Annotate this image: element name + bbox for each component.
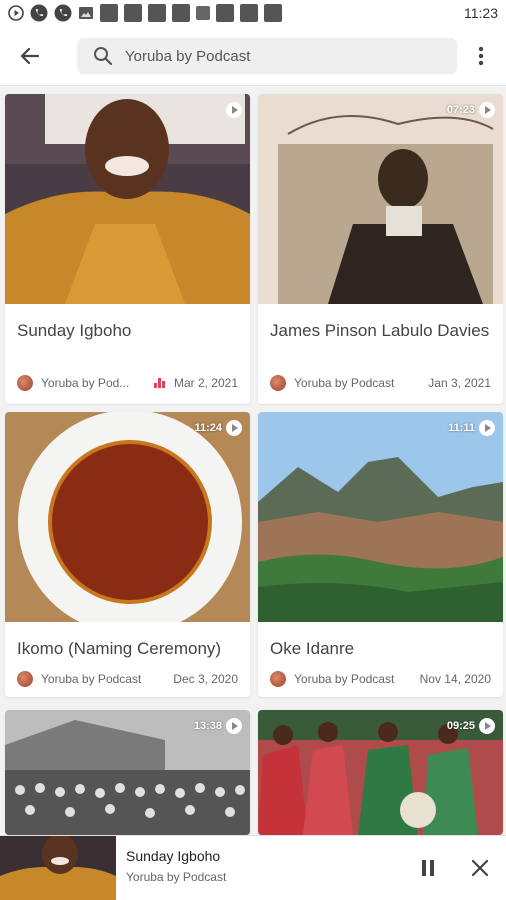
author-name: Yoruba by Pod... bbox=[41, 376, 130, 390]
episode-card[interactable]: 07:23 James Pinson Labulo Davies Yoruba … bbox=[258, 94, 503, 404]
podcast-avatar bbox=[270, 375, 286, 391]
more-options-button[interactable] bbox=[466, 41, 496, 71]
podcast-avatar bbox=[17, 671, 33, 687]
episode-meta: Yoruba by Pod... Mar 2, 2021 bbox=[5, 366, 250, 400]
episode-title: James Pinson Labulo Davies bbox=[270, 321, 490, 340]
search-icon bbox=[94, 47, 113, 66]
close-icon bbox=[471, 859, 489, 877]
episode-title: Oke Idanre bbox=[270, 639, 355, 658]
mini-player[interactable]: Sunday Igboho Yoruba by Podcast bbox=[0, 835, 506, 900]
pause-button[interactable] bbox=[416, 856, 440, 880]
close-button[interactable] bbox=[468, 856, 492, 880]
play-icon bbox=[479, 102, 495, 118]
mini-player-thumbnail bbox=[0, 836, 116, 900]
episode-thumbnail: 11:11 bbox=[258, 412, 503, 622]
status-bar: 11:23 bbox=[0, 0, 506, 26]
duration-badge: 13:38 bbox=[194, 718, 242, 734]
episode-meta: Yoruba by Podcast Jan 3, 2021 bbox=[258, 366, 503, 400]
episode-title: Sunday Igboho bbox=[17, 321, 132, 340]
author-name: Yoruba by Podcast bbox=[294, 376, 395, 390]
a-icon bbox=[196, 6, 210, 20]
back-button[interactable] bbox=[0, 26, 60, 86]
pause-icon bbox=[422, 860, 426, 876]
notification-icon bbox=[124, 4, 142, 22]
notification-icon bbox=[172, 4, 190, 22]
image-icon bbox=[79, 7, 93, 19]
search-input[interactable]: Yoruba by Podcast bbox=[77, 38, 457, 74]
play-icon bbox=[8, 5, 24, 21]
episode-card[interactable]: 09:25 bbox=[258, 710, 503, 835]
episode-date: Nov 14, 2020 bbox=[419, 672, 491, 686]
duration-badge: 11:24 bbox=[194, 420, 242, 436]
author-name: Yoruba by Podcast bbox=[294, 672, 395, 686]
search-text: Yoruba by Podcast bbox=[125, 47, 251, 65]
back-arrow-icon bbox=[20, 47, 40, 64]
trending-chart-icon bbox=[153, 378, 166, 388]
notification-icon bbox=[216, 4, 234, 22]
play-icon bbox=[226, 718, 242, 734]
play-icon bbox=[479, 718, 495, 734]
duration-badge: 11:11 bbox=[448, 420, 495, 436]
podcast-avatar bbox=[17, 375, 33, 391]
duration-badge: 07:23 bbox=[447, 102, 495, 118]
notification-icon bbox=[264, 4, 282, 22]
episode-thumbnail bbox=[5, 94, 250, 304]
play-icon bbox=[479, 420, 495, 436]
episode-meta: Yoruba by Podcast Dec 3, 2020 bbox=[5, 662, 250, 696]
status-time: 11:23 bbox=[464, 5, 498, 21]
episode-card[interactable]: 13:38 bbox=[5, 710, 250, 835]
podcast-avatar bbox=[270, 671, 286, 687]
notification-icon bbox=[240, 4, 258, 22]
episode-thumbnail: 07:23 bbox=[258, 94, 503, 304]
episode-date: Mar 2, 2021 bbox=[173, 376, 238, 390]
play-icon bbox=[226, 102, 242, 118]
status-icons bbox=[8, 4, 282, 22]
episode-thumbnail: 11:24 bbox=[5, 412, 250, 622]
episode-date: Dec 3, 2020 bbox=[173, 672, 238, 686]
phone-icon bbox=[54, 4, 72, 22]
mini-player-title: Sunday Igboho bbox=[126, 848, 221, 864]
episode-thumbnail: 09:25 bbox=[258, 710, 503, 835]
more-vert-icon bbox=[478, 46, 484, 66]
duration-badge: 09:25 bbox=[447, 718, 495, 734]
duration-badge bbox=[222, 102, 242, 118]
episode-thumbnail: 13:38 bbox=[5, 710, 250, 835]
episode-card[interactable]: 11:24 Ikomo (Naming Ceremony) Yoruba by … bbox=[5, 412, 250, 697]
notification-icon bbox=[100, 4, 118, 22]
episode-card[interactable]: 11:11 Oke Idanre Yoruba by Podcast Nov 1… bbox=[258, 412, 503, 697]
app-bar: Yoruba by Podcast bbox=[0, 26, 506, 86]
play-icon bbox=[226, 420, 242, 436]
episode-title: Ikomo (Naming Ceremony) bbox=[17, 639, 222, 658]
notification-icon bbox=[148, 4, 166, 22]
author-name: Yoruba by Podcast bbox=[41, 672, 142, 686]
episode-card[interactable]: Sunday Igboho Yoruba by Pod... Mar 2, 20… bbox=[5, 94, 250, 404]
episode-date: Jan 3, 2021 bbox=[428, 376, 491, 390]
mini-player-subtitle: Yoruba by Podcast bbox=[126, 870, 227, 884]
phone-icon bbox=[30, 4, 48, 22]
episode-meta: Yoruba by Podcast Nov 14, 2020 bbox=[258, 662, 503, 696]
